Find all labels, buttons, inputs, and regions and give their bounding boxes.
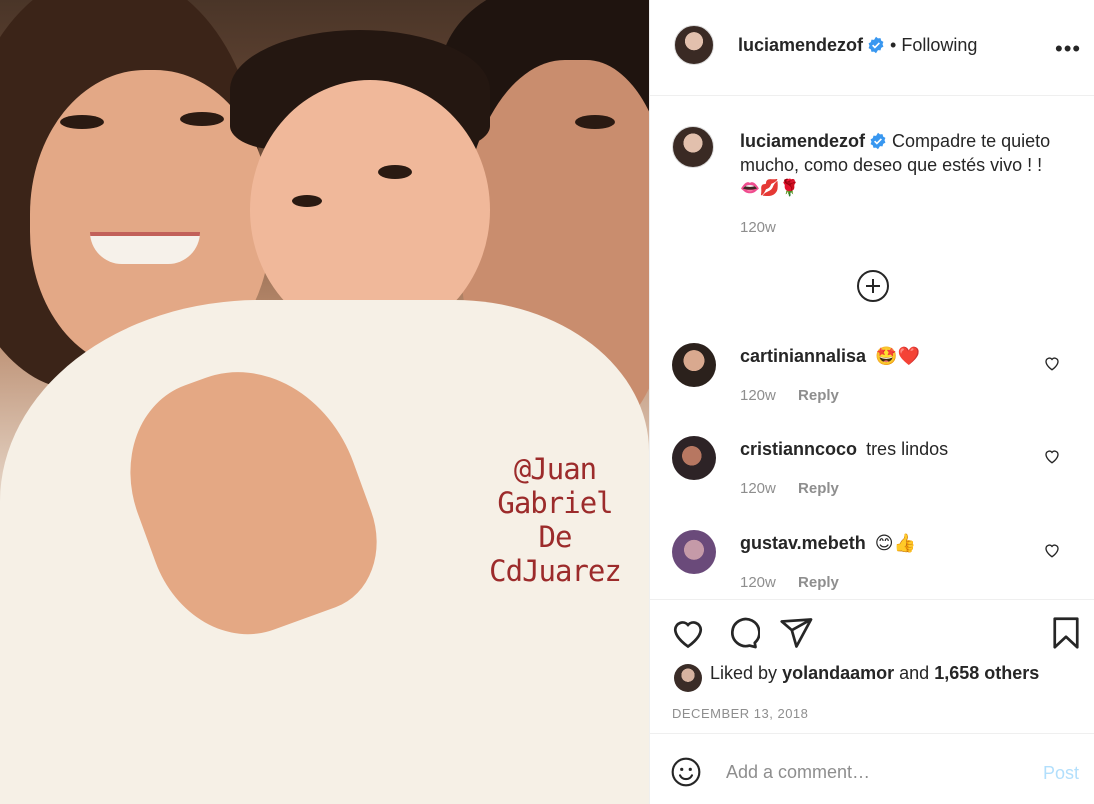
- liker-username[interactable]: yolandaamor: [782, 663, 894, 683]
- comment-line: cristianncoco tres lindos: [740, 439, 948, 460]
- comment-time[interactable]: 120w: [740, 574, 776, 591]
- caption-username-text[interactable]: luciamendezof: [740, 131, 865, 151]
- reply-button[interactable]: Reply: [798, 480, 839, 497]
- author-username[interactable]: luciamendezof: [738, 35, 885, 56]
- liker-avatar[interactable]: [674, 664, 702, 692]
- separator-dot: •: [890, 35, 897, 55]
- more-options-icon[interactable]: •••: [1055, 36, 1081, 62]
- comment-line: gustav.mebeth 😊👍: [740, 533, 916, 554]
- add-comment-bar: Post: [650, 733, 1094, 804]
- watermark-line: @Juan Gabriel: [497, 452, 613, 520]
- following-button[interactable]: Following: [901, 35, 977, 55]
- comment-icon[interactable]: [724, 615, 760, 651]
- comment-input[interactable]: [726, 754, 1026, 790]
- verified-icon: [870, 132, 886, 150]
- photo-shape: [378, 165, 412, 179]
- likes-middle: and: [899, 663, 930, 683]
- watermark-line: De: [538, 520, 573, 554]
- photo-shape: [575, 115, 615, 129]
- caption-avatar[interactable]: [672, 126, 714, 168]
- photo-watermark: @Juan Gabriel De CdJuarez: [455, 452, 649, 588]
- verified-icon: [868, 36, 884, 54]
- comment-item: cartiniannalisa 🤩❤️ 120w Reply: [650, 343, 1094, 433]
- caption-emojis: 👄💋🌹: [740, 180, 800, 197]
- bookmark-icon[interactable]: [1048, 615, 1084, 651]
- caption-timestamp[interactable]: 120w: [740, 219, 776, 236]
- follow-status[interactable]: • Following: [890, 35, 977, 56]
- photo-shape: [90, 232, 200, 264]
- author-username-text[interactable]: luciamendezof: [738, 35, 863, 55]
- comment-time[interactable]: 120w: [740, 480, 776, 497]
- post-details-panel: luciamendezof • Following ••• luciamende…: [649, 0, 1094, 804]
- likes-summary: Liked by yolandaamor and 1,658 others: [710, 663, 1039, 684]
- reply-button[interactable]: Reply: [798, 387, 839, 404]
- watermark-line: CdJuarez: [489, 554, 622, 588]
- post-photo[interactable]: @Juan Gabriel De CdJuarez: [0, 0, 649, 804]
- likes-others-link[interactable]: 1,658 others: [934, 663, 1039, 683]
- photo-shape: [60, 115, 104, 129]
- commenter-avatar[interactable]: [672, 436, 716, 480]
- post-header: luciamendezof • Following •••: [650, 0, 1094, 96]
- emoji-icon[interactable]: [670, 756, 702, 788]
- post-actions: Liked by yolandaamor and 1,658 others DE…: [650, 599, 1094, 733]
- commenter-username[interactable]: cristianncoco: [740, 439, 857, 459]
- heart-icon[interactable]: [1043, 541, 1061, 559]
- author-avatar[interactable]: [674, 25, 714, 65]
- comment-item: cristianncoco tres lindos 120w Reply: [650, 436, 1094, 526]
- heart-icon[interactable]: [670, 615, 706, 651]
- commenter-avatar[interactable]: [672, 343, 716, 387]
- load-more-icon[interactable]: [857, 270, 889, 302]
- photo-shape: [180, 112, 224, 126]
- commenter-avatar[interactable]: [672, 530, 716, 574]
- photo-shape: [292, 195, 322, 207]
- reply-button[interactable]: Reply: [798, 574, 839, 591]
- post-button[interactable]: Post: [1043, 763, 1079, 784]
- comment-text: 🤩❤️: [875, 346, 920, 366]
- likes-prefix: Liked by: [710, 663, 778, 683]
- comment-text: tres lindos: [866, 439, 949, 459]
- caption-username[interactable]: luciamendezof: [740, 131, 887, 151]
- post-date[interactable]: DECEMBER 13, 2018: [672, 706, 808, 721]
- share-icon[interactable]: [778, 615, 814, 651]
- comment-meta: 120w Reply: [740, 387, 839, 404]
- heart-icon[interactable]: [1043, 447, 1061, 465]
- comment-line: cartiniannalisa 🤩❤️: [740, 346, 920, 367]
- caption-text-block: luciamendezof Compadre te quieto mucho, …: [740, 129, 1070, 177]
- comment-text: 😊👍: [874, 533, 916, 553]
- comment-meta: 120w Reply: [740, 480, 839, 497]
- commenter-username[interactable]: cartiniannalisa: [740, 346, 866, 366]
- comment-meta: 120w Reply: [740, 574, 839, 591]
- comment-time[interactable]: 120w: [740, 387, 776, 404]
- commenter-username[interactable]: gustav.mebeth: [740, 533, 866, 553]
- heart-icon[interactable]: [1043, 354, 1061, 372]
